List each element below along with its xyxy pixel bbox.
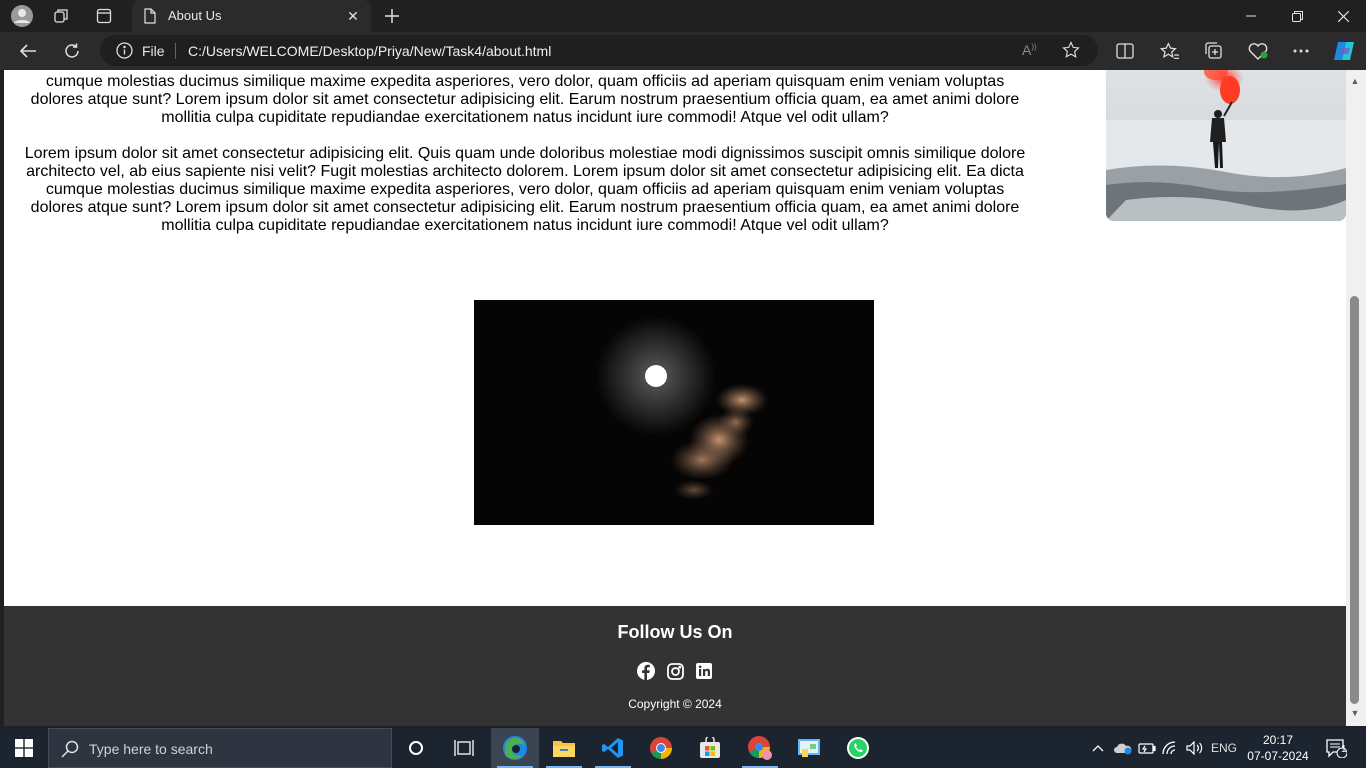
battery-icon[interactable] [1136,728,1158,768]
page-viewport: cumque molestias ducimus similique maxim… [4,70,1346,726]
notification-count-badge: 1 [1341,744,1347,755]
chrome-icon[interactable] [637,728,685,768]
page-scrollbar[interactable]: ▲ ▼ [1346,70,1366,726]
control-panel-icon[interactable] [785,728,833,768]
minimize-icon[interactable] [1228,0,1274,32]
scroll-up-arrow-icon[interactable]: ▲ [1350,76,1360,86]
windows-taskbar: Type here to search ENG 20:17 07-07-2024… [0,728,1366,768]
paragraph-line: mollitia culpa cupiditate repudiandae ex… [161,217,889,234]
paragraph-line: dolores atque sunt? Lorem ipsum dolor si… [30,199,1020,216]
about-paragraph-1: cumque molestias ducimus similique maxim… [20,73,1030,127]
refresh-icon[interactable] [56,36,88,66]
taskbar-search-box[interactable]: Type here to search [48,728,392,768]
chrome-profile-icon[interactable] [736,728,784,768]
windows-start-icon[interactable] [0,728,48,768]
collections-icon[interactable] [1198,36,1230,66]
paragraph-line: dolores atque sunt? Lorem ipsum dolor si… [30,91,1020,108]
clock-time: 20:17 [1262,733,1294,747]
browser-tab-bar: About Us ✕ [0,0,1366,32]
language-indicator[interactable]: ENG [1208,728,1240,768]
copilot-icon[interactable] [1328,36,1360,66]
favorite-star-icon[interactable] [1062,41,1080,64]
social-links [4,662,1346,680]
new-tab-icon[interactable] [378,4,406,28]
scrollbar-thumb[interactable] [1350,296,1359,704]
back-arrow-icon[interactable] [12,36,44,66]
person-with-red-smoke-flare-image [1106,70,1346,221]
workspaces-icon[interactable] [48,4,76,28]
search-placeholder: Type here to search [89,741,213,757]
split-screen-icon[interactable] [1109,36,1141,66]
site-footer: Follow Us On Copyright © 2024 [4,606,1346,726]
close-window-icon[interactable] [1320,0,1366,32]
clock-date: 07-07-2024 [1247,749,1309,763]
copyright-text: Copyright © 2024 [628,697,722,711]
browser-toolbar: File C:/Users/WELCOME/Desktop/Priya/New/… [0,32,1366,70]
facebook-icon[interactable] [637,662,655,680]
browser-essentials-icon[interactable] [1242,36,1274,66]
profile-avatar-icon[interactable] [8,4,36,28]
paragraph-line: mollitia culpa cupiditate repudiandae ex… [161,109,889,126]
paragraph-line: Lorem ipsum dolor sit amet consectetur a… [24,145,1026,162]
microsoft-store-icon[interactable] [686,728,734,768]
cortana-icon[interactable] [392,728,440,768]
task-view-icon[interactable] [440,728,488,768]
notification-center-icon[interactable]: 1 [1318,728,1354,768]
instagram-icon[interactable] [666,662,684,680]
taskbar-clock[interactable]: 20:17 07-07-2024 [1244,732,1312,764]
url-separator [175,43,176,59]
favorites-icon[interactable] [1154,36,1186,66]
url-text[interactable]: C:/Users/WELCOME/Desktop/Priya/New/Task4… [188,43,551,59]
onedrive-icon[interactable] [1112,728,1134,768]
tab-title: About Us [168,8,222,23]
vscode-icon[interactable] [589,728,637,768]
about-paragraph-2: Lorem ipsum dolor sit amet consectetur a… [20,145,1030,235]
show-hidden-icons-chevron-icon[interactable] [1088,728,1108,768]
paragraph-line: cumque molestias ducimus similique maxim… [45,181,1005,198]
search-icon [61,740,79,763]
tab-about-us[interactable]: About Us ✕ [132,0,371,32]
page-icon [144,8,156,29]
restore-icon[interactable] [1274,0,1320,32]
address-bar[interactable]: File C:/Users/WELCOME/Desktop/Priya/New/… [100,35,1098,66]
moon-night-sky-image [474,300,874,525]
tab-actions-icon[interactable] [90,4,118,28]
file-explorer-icon[interactable] [540,728,588,768]
read-aloud-icon[interactable]: A)) [1022,42,1037,58]
url-scheme-label: File [142,43,165,59]
footer-title: Follow Us On [617,622,733,642]
close-tab-icon[interactable]: ✕ [343,6,363,26]
edge-taskbar-icon[interactable] [491,728,539,768]
scroll-down-arrow-icon[interactable]: ▼ [1350,708,1360,718]
whatsapp-icon[interactable] [834,728,882,768]
info-icon[interactable] [116,42,133,64]
more-options-icon[interactable] [1285,36,1317,66]
volume-icon[interactable] [1184,728,1206,768]
linkedin-icon[interactable] [695,662,713,680]
paragraph-line: architecto vel, ab eius sapiente nisi ve… [26,163,1024,180]
paragraph-line: cumque molestias ducimus similique maxim… [45,73,1005,90]
wifi-icon[interactable] [1160,728,1182,768]
